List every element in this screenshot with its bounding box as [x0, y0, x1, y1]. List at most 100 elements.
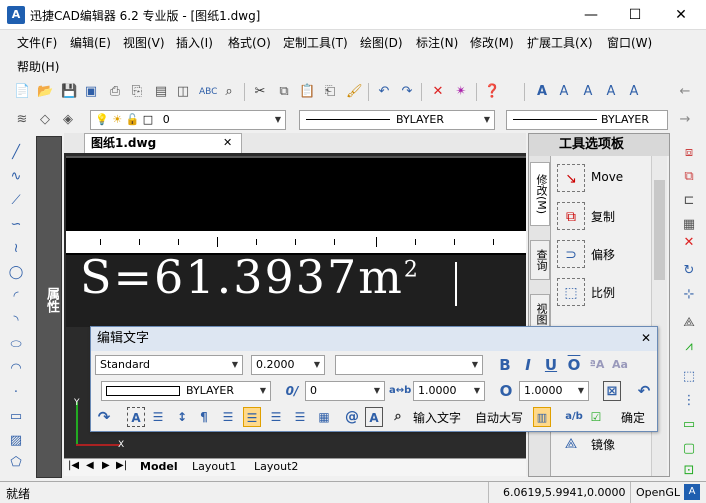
join-icon[interactable]: ▢ — [680, 440, 698, 458]
menu-edit[interactable]: 编辑(E) — [70, 34, 111, 51]
distribute-icon[interactable]: ▦ — [315, 407, 333, 427]
undo-icon[interactable]: ↶ — [376, 84, 392, 100]
line-icon[interactable]: ╱ — [7, 144, 25, 162]
paste-special-icon[interactable]: ⎗ — [322, 84, 338, 100]
layout-tab-model[interactable]: Model — [140, 460, 178, 473]
redo-text-icon[interactable]: ↷ — [95, 407, 113, 427]
tab-close-icon[interactable]: ✕ — [223, 134, 232, 152]
explode-icon[interactable]: ⊡ — [680, 462, 698, 480]
first-layout-icon[interactable]: |◀ — [68, 460, 79, 471]
dialog-close-icon[interactable]: ✕ — [641, 331, 651, 345]
lineweight-select[interactable]: BYLAYER — [506, 110, 668, 130]
menu-dimension[interactable]: 标注(N) — [416, 34, 458, 51]
close-button[interactable]: ✕ — [658, 0, 704, 30]
break-icon[interactable]: ⋮ — [680, 392, 698, 410]
save-as-icon[interactable]: ▣ — [83, 84, 99, 100]
text-style-select[interactable]: Standard ▼ — [95, 355, 243, 375]
linetype-select[interactable]: BYLAYER ▼ — [299, 110, 495, 130]
text-scale-icon[interactable]: A — [626, 84, 642, 100]
symbol-icon[interactable]: ⊠ — [603, 381, 621, 401]
fraction-icon[interactable]: a/b — [565, 407, 583, 427]
document-tab[interactable]: 图纸1.dwg ✕ — [84, 133, 242, 153]
mirror-icon[interactable]: ⟁ — [680, 314, 698, 332]
region-icon[interactable]: ⬠ — [7, 454, 25, 472]
menu-file[interactable]: 文件(F) — [17, 34, 57, 51]
xline-icon[interactable]: ⟋ — [7, 192, 25, 210]
text-frame-icon[interactable]: A — [127, 407, 145, 427]
palette-item-mirror[interactable]: ⟁ 镜像 — [557, 428, 661, 460]
italic-button[interactable]: I — [519, 355, 537, 375]
palette-item-offset[interactable]: ⊃ 偏移 — [557, 238, 661, 270]
oblique-angle-input[interactable]: 0 ▼ — [305, 381, 385, 401]
overline-button[interactable]: O — [565, 355, 583, 375]
stretch-icon[interactable]: ⩘ — [680, 338, 698, 356]
paragraph-icon[interactable]: ¶ — [195, 407, 213, 427]
align-center-icon[interactable]: ☰ — [243, 407, 261, 427]
text-find-icon[interactable]: A — [603, 84, 619, 100]
find-icon[interactable]: ⌕ — [221, 84, 237, 100]
prev-layout-icon[interactable]: ◀ — [86, 460, 94, 471]
copy-icon[interactable]: ⧉ — [276, 84, 292, 100]
width-factor-input[interactable]: 1.0000 ▼ — [519, 381, 589, 401]
input-text-button[interactable]: 输入文字 — [413, 409, 461, 426]
palette-item-move[interactable]: ↘ Move — [557, 162, 661, 194]
uppercase-icon[interactable]: ªA — [588, 355, 606, 375]
ok-button[interactable]: 确定 — [621, 409, 645, 426]
text-edit-icon[interactable]: A — [580, 84, 596, 100]
auto-caps-button[interactable]: 自动大写 — [475, 409, 523, 426]
find-replace-icon[interactable]: ⌕ — [389, 407, 407, 427]
plot-icon[interactable]: ▤ — [153, 84, 169, 100]
extend-icon[interactable]: ▭ — [680, 416, 698, 434]
arc-3pt-icon[interactable]: ◝ — [7, 312, 25, 330]
justify-icon[interactable]: ☰ — [291, 407, 309, 427]
palette-item-scale[interactable]: ⬚ 比例 — [557, 276, 661, 308]
minimize-button[interactable]: — — [568, 0, 614, 30]
arc-icon[interactable]: ◜ — [7, 288, 25, 306]
freehand-icon[interactable]: ≀ — [7, 240, 25, 258]
array-icon[interactable]: ▦ — [680, 216, 698, 234]
menu-view[interactable]: 视图(V) — [123, 34, 165, 51]
redo-icon[interactable]: ↷ — [399, 84, 415, 100]
layer-previous-icon[interactable]: ◇ — [37, 112, 53, 128]
hatch-icon[interactable]: ▨ — [7, 432, 25, 450]
palette-item-copy[interactable]: ⧉ 复制 — [557, 200, 661, 232]
palette-scroll-thumb[interactable] — [654, 180, 665, 280]
match-properties-icon[interactable]: 🖌 — [346, 84, 363, 100]
circle-icon[interactable]: ◯ — [7, 264, 25, 282]
undo-text-icon[interactable]: ↶ — [635, 381, 653, 401]
text-style-a-icon[interactable]: A — [534, 84, 550, 100]
align-left-icon[interactable]: ☰ — [219, 407, 237, 427]
purge-icon[interactable]: ✴ — [453, 84, 469, 100]
menu-help[interactable]: 帮助(H) — [17, 58, 59, 75]
scale-icon[interactable]: ⬚ — [680, 368, 698, 386]
text-height-select[interactable]: 0.2000 ▼ — [251, 355, 325, 375]
menu-modify[interactable]: 修改(M) — [470, 34, 514, 51]
delete-icon[interactable]: ✕ — [680, 234, 698, 252]
point-icon[interactable]: · — [7, 384, 25, 402]
next-layout-icon[interactable]: ▶ — [102, 460, 110, 471]
line-spacing-icon[interactable]: ↕ — [173, 407, 191, 427]
cut-icon[interactable]: ✂ — [252, 84, 268, 100]
back-arrow-icon[interactable]: ← — [677, 84, 693, 100]
menu-extension-tools[interactable]: 扩展工具(X) — [527, 34, 593, 51]
forward-arrow-icon[interactable]: → — [677, 112, 693, 128]
at-symbol-icon[interactable]: @ — [343, 407, 361, 427]
numbering-icon[interactable]: ☰ — [149, 407, 167, 427]
menu-insert[interactable]: 插入(I) — [176, 34, 213, 51]
new-file-icon[interactable]: 📄 — [14, 84, 30, 100]
font-select[interactable]: ▼ — [335, 355, 483, 375]
open-file-icon[interactable]: 📂 — [37, 84, 53, 100]
offset-icon[interactable]: ⊏ — [680, 192, 698, 210]
text-color-select[interactable]: BYLAYER ▼ — [101, 381, 271, 401]
layer-select[interactable]: 💡 ☀ 🔓 □ 0 ▼ — [90, 110, 286, 130]
layout-tab-layout1[interactable]: Layout1 — [192, 460, 236, 473]
underline-button[interactable]: U — [542, 355, 560, 375]
menu-format[interactable]: 格式(O) — [228, 34, 271, 51]
help-icon[interactable]: ❓ — [484, 84, 500, 100]
layer-manager-icon[interactable]: ≋ — [14, 112, 30, 128]
area-text[interactable]: S=61.3937m2 — [80, 250, 420, 304]
lowercase-icon[interactable]: Aa — [611, 355, 629, 375]
move-icon[interactable]: ⧈ — [680, 144, 698, 162]
trim-icon[interactable]: ⊹ — [680, 286, 698, 304]
menu-draw[interactable]: 绘图(D) — [360, 34, 403, 51]
